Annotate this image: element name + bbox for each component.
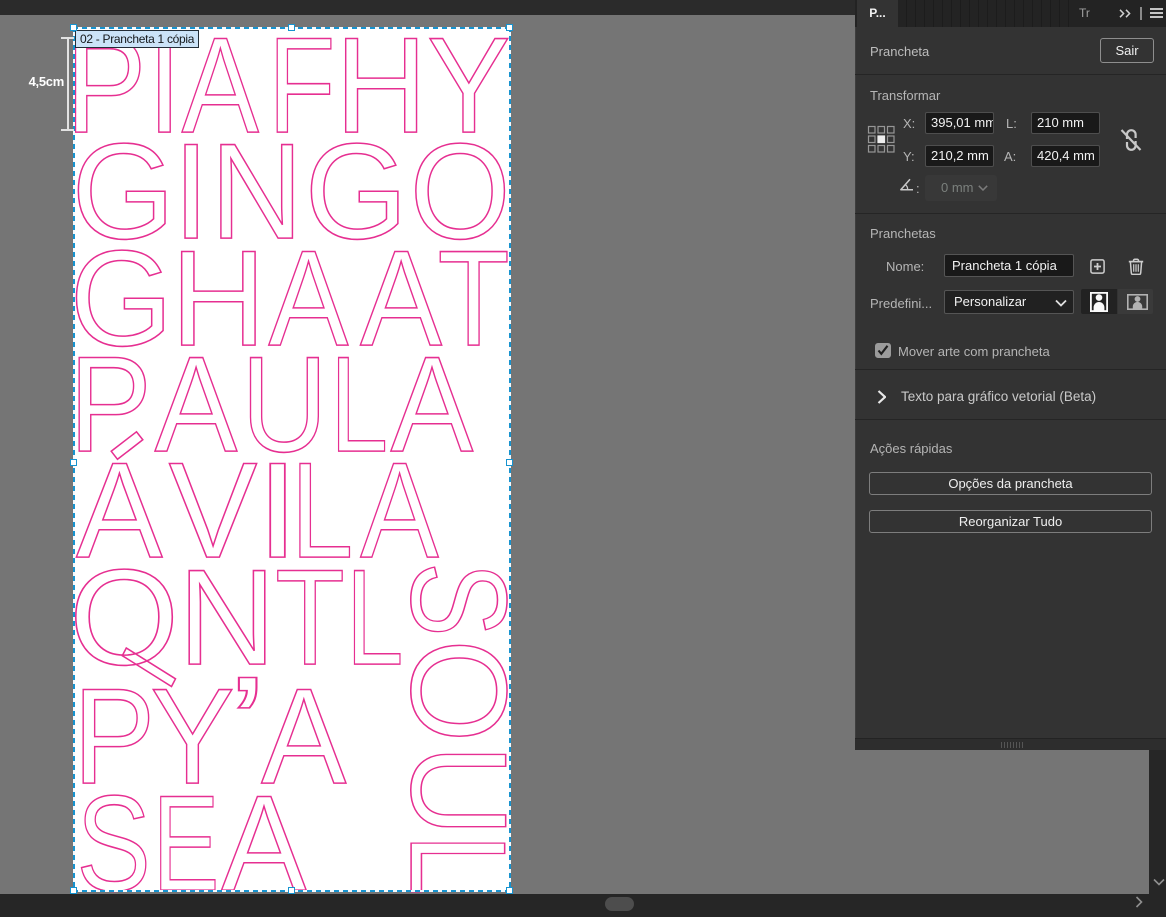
svg-text:S: S — [383, 562, 535, 637]
svg-text:O: O — [383, 639, 536, 743]
svg-text:’: ’ — [227, 649, 268, 801]
svg-text:U: U — [383, 745, 535, 837]
